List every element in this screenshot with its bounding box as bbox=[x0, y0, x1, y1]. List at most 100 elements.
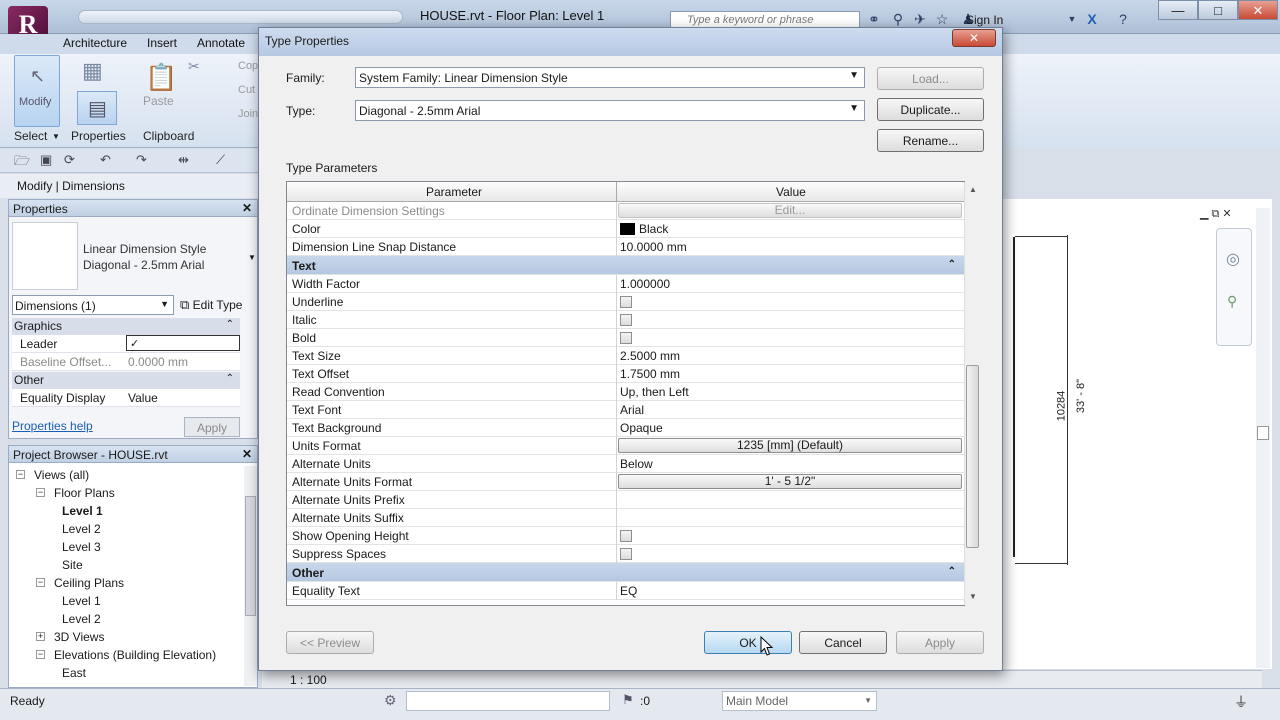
browser-item[interactable]: − Floor Plans bbox=[10, 484, 244, 502]
prop-row-equality-display[interactable]: Equality Display Value bbox=[12, 389, 240, 407]
leader-checkbox[interactable]: ✓ bbox=[126, 335, 240, 351]
parameter-row[interactable]: Text Offset 1.7500 mm bbox=[287, 365, 964, 383]
parameter-checkbox[interactable] bbox=[620, 296, 632, 308]
close-icon[interactable]: ✕ bbox=[242, 201, 252, 215]
parameter-row[interactable]: Text Font Arial bbox=[287, 401, 964, 419]
prop-row-baseline-offset[interactable]: Baseline Offset... 0.0000 mm bbox=[12, 353, 240, 371]
dialog-close-button[interactable]: ✕ bbox=[952, 29, 996, 47]
browser-item[interactable]: East bbox=[10, 664, 244, 682]
exchange-apps-icon[interactable]: X bbox=[1084, 11, 1100, 27]
parameter-value[interactable]: 10.0000 mm bbox=[620, 240, 687, 254]
column-header-value[interactable]: Value bbox=[776, 185, 806, 199]
parameter-row[interactable]: Suppress Spaces bbox=[287, 545, 964, 563]
sign-in-link[interactable]: Sign In bbox=[966, 13, 1003, 27]
parameter-row[interactable]: Alternate Units Suffix bbox=[287, 509, 964, 527]
preview-button[interactable]: << Preview bbox=[286, 631, 374, 654]
column-header-parameter[interactable]: Parameter bbox=[426, 185, 482, 199]
parameter-group-row[interactable]: Text ⌃ bbox=[287, 256, 964, 275]
parameter-row[interactable]: Width Factor 1.000000 bbox=[287, 275, 964, 293]
parameter-checkbox[interactable] bbox=[620, 332, 632, 344]
rename-button[interactable]: Rename... bbox=[877, 129, 984, 152]
properties-help-link[interactable]: Properties help bbox=[12, 419, 93, 433]
browser-item[interactable]: Site bbox=[10, 556, 244, 574]
parameter-row[interactable]: Text Size 2.5000 mm bbox=[287, 347, 964, 365]
parameter-row[interactable]: Show Opening Height bbox=[287, 527, 964, 545]
measure-icon[interactable]: ⇹ bbox=[178, 152, 189, 168]
browser-item[interactable]: − Views (all) bbox=[10, 466, 244, 484]
collapse-icon[interactable]: − bbox=[36, 578, 45, 587]
apply-button[interactable]: Apply bbox=[896, 631, 984, 654]
parameter-row[interactable]: Color Black bbox=[287, 220, 964, 238]
parameter-row[interactable]: Read Convention Up, then Left bbox=[287, 383, 964, 401]
parameter-value[interactable]: 2.5000 mm bbox=[620, 349, 680, 363]
collapse-icon[interactable]: − bbox=[36, 488, 45, 497]
parameter-value[interactable]: 1.000000 bbox=[620, 277, 670, 291]
subscription-icon[interactable]: ✈ bbox=[912, 11, 928, 27]
worksets-icon[interactable]: ⚙ bbox=[384, 692, 397, 709]
scroll-down-icon[interactable]: ▼ bbox=[969, 592, 977, 601]
workset-active-select[interactable] bbox=[406, 691, 610, 711]
undo-icon[interactable]: ↶ bbox=[100, 152, 111, 168]
parameter-row[interactable]: Bold bbox=[287, 329, 964, 347]
view-window-controls[interactable]: ▁ ⧉ ✕ bbox=[1200, 207, 1232, 221]
close-window-button[interactable]: ✕ bbox=[1238, 0, 1278, 20]
load-button[interactable]: Load... bbox=[877, 67, 984, 90]
parameter-row[interactable]: Alternate Units Format 1' - 5 1/2" bbox=[287, 473, 964, 491]
save-icon[interactable]: ▣ bbox=[40, 152, 52, 168]
parameter-row[interactable]: Alternate Units Below bbox=[287, 455, 964, 473]
browser-item[interactable]: Level 1 bbox=[10, 592, 244, 610]
parameter-checkbox[interactable] bbox=[620, 548, 632, 560]
tab-insert[interactable]: Insert bbox=[147, 36, 177, 50]
tab-architecture[interactable]: Architecture bbox=[63, 36, 127, 50]
search-icon[interactable]: ⚲ bbox=[890, 11, 906, 27]
parameter-row[interactable]: Units Format 1235 [mm] (Default) bbox=[287, 437, 964, 455]
chevron-down-icon[interactable]: ▼ bbox=[248, 253, 256, 262]
parameter-checkbox[interactable] bbox=[620, 314, 632, 326]
dimension-line[interactable] bbox=[1067, 235, 1069, 565]
edit-type-button[interactable]: ⧉ Edit Type bbox=[180, 295, 252, 315]
parameter-row[interactable]: Alternate Units Prefix bbox=[287, 491, 964, 509]
browser-scrollbar[interactable] bbox=[244, 466, 257, 686]
filter-icon[interactable]: ⚑ bbox=[622, 692, 634, 708]
parameter-edit-button[interactable]: Edit... bbox=[618, 203, 962, 218]
chevron-down-icon[interactable]: ▼ bbox=[52, 132, 60, 141]
parameter-row[interactable]: Text Background Opaque bbox=[287, 419, 964, 437]
filter-funnel-icon[interactable]: ⏚ bbox=[1234, 692, 1248, 712]
instance-filter-select[interactable]: Dimensions (1) ▼ bbox=[12, 295, 174, 315]
parameter-row[interactable]: Italic bbox=[287, 311, 964, 329]
scroll-thumb[interactable] bbox=[966, 365, 979, 548]
parameter-row[interactable]: Dimension Line Snap Distance 10.0000 mm bbox=[287, 238, 964, 256]
parameter-value[interactable]: Below bbox=[620, 457, 653, 471]
chevron-down-icon[interactable]: ▼ bbox=[1064, 11, 1080, 27]
scroll-up-icon[interactable]: ▲ bbox=[969, 185, 977, 194]
scroll-thumb[interactable] bbox=[245, 496, 256, 616]
duplicate-button[interactable]: Duplicate... bbox=[877, 98, 984, 121]
parameter-group-row[interactable]: Other ⌃ bbox=[287, 563, 964, 582]
close-icon[interactable]: ✕ bbox=[242, 447, 252, 461]
sync-icon[interactable]: ⟳ bbox=[64, 152, 75, 168]
open-icon[interactable]: 🗁 bbox=[14, 152, 30, 174]
browser-item[interactable]: Level 3 bbox=[10, 538, 244, 556]
view-scale[interactable]: 1 : 100 bbox=[290, 673, 327, 687]
color-value[interactable]: Black bbox=[639, 222, 668, 236]
parameter-edit-button[interactable]: 1' - 5 1/2" bbox=[618, 474, 962, 489]
maximize-button[interactable]: □ bbox=[1198, 0, 1238, 20]
dialog-title-bar[interactable] bbox=[259, 28, 1002, 56]
collapse-icon[interactable]: − bbox=[36, 650, 45, 659]
color-swatch[interactable] bbox=[620, 223, 635, 235]
favorites-icon[interactable]: ☆ bbox=[934, 11, 950, 27]
ok-button[interactable]: OK bbox=[704, 631, 792, 654]
help-icon[interactable]: ? bbox=[1115, 11, 1131, 27]
properties-button[interactable]: ▤ bbox=[77, 91, 117, 125]
browser-item[interactable]: +3D Views bbox=[10, 628, 244, 646]
parameter-value[interactable]: EQ bbox=[620, 584, 637, 598]
parameter-value[interactable]: Arial bbox=[620, 403, 644, 417]
family-select[interactable]: System Family: Linear Dimension Style ▼ bbox=[355, 67, 865, 88]
collapse-icon[interactable]: − bbox=[16, 470, 25, 479]
dimension-icon[interactable]: ⟋ bbox=[216, 152, 225, 168]
dimension-text-alternate[interactable]: 33' - 8" bbox=[1075, 379, 1087, 413]
prop-group-other[interactable]: Other ⌃ bbox=[12, 372, 240, 389]
browser-item[interactable]: Level 1 bbox=[10, 502, 244, 520]
canvas-vertical-scrollbar[interactable] bbox=[1256, 208, 1270, 668]
redo-icon[interactable]: ↷ bbox=[136, 152, 147, 168]
